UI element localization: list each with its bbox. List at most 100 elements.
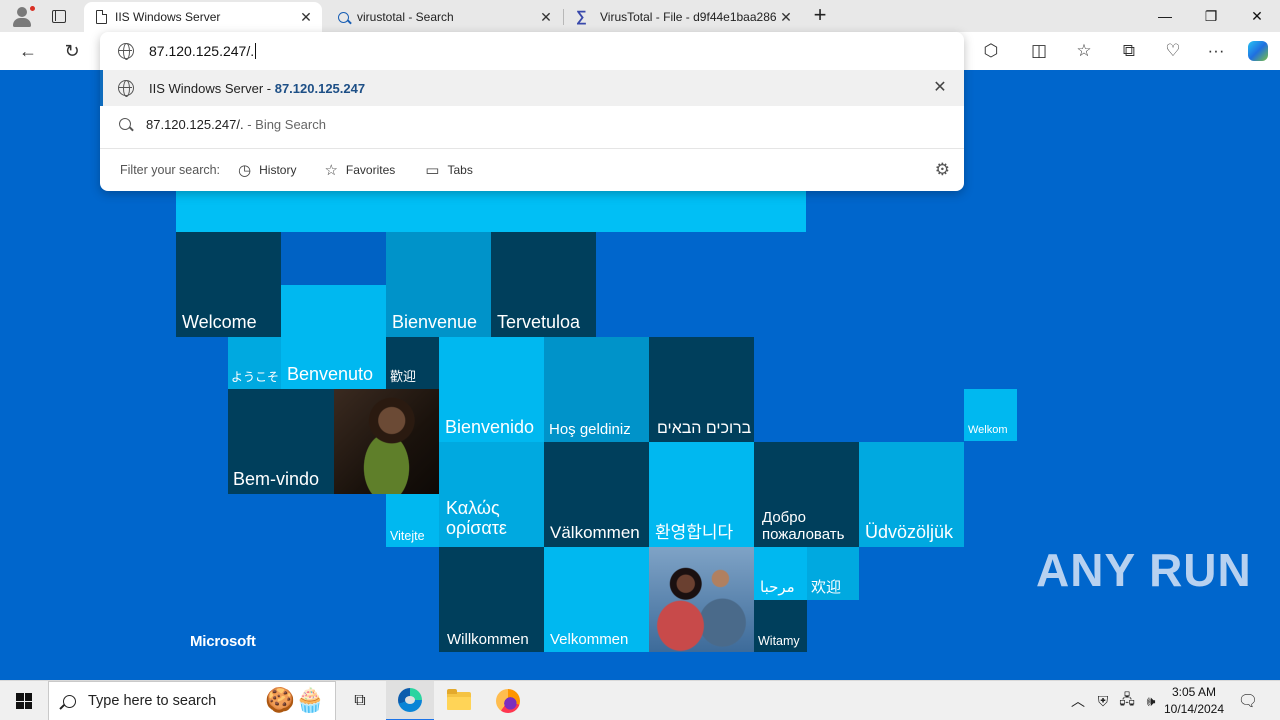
- tile-text: Vitejte: [390, 528, 425, 543]
- security-icon[interactable]: ⛨: [1092, 681, 1114, 720]
- tile-greek: Καλώς ορίσατε: [439, 442, 544, 547]
- suggestion-separator: -: [263, 80, 275, 96]
- tile-text: Velkommen: [550, 630, 629, 648]
- tab-virustotal-file[interactable]: ∑ VirusTotal - File - d9f44e1baa2860 ✕: [564, 2, 802, 32]
- collections-icon[interactable]: ⧉: [1115, 38, 1143, 64]
- globe-icon: [118, 80, 134, 97]
- tile-text-line1: Καλώς: [446, 497, 500, 518]
- tile-text: Bienvenido: [445, 417, 535, 438]
- tab-label: virustotal - Search: [357, 10, 454, 24]
- address-input-value[interactable]: 87.120.125.247/.: [149, 43, 254, 59]
- anyrun-watermark: ANY RUN: [1036, 538, 1252, 602]
- tile-text-line2: ορίσατε: [446, 518, 507, 539]
- tab-virustotal-search[interactable]: virustotal - Search ✕: [326, 2, 562, 32]
- search-icon: [338, 11, 349, 23]
- tile-valkommen: Välkommen: [544, 442, 649, 547]
- page-icon: [96, 10, 107, 24]
- tile-text: ברוכים הבאים: [657, 419, 752, 437]
- tile-russian: Добро пожаловать: [754, 442, 859, 547]
- tile-velkommen: Velkommen: [544, 547, 649, 652]
- tile-arabic: مرحبا: [754, 547, 807, 600]
- start-button[interactable]: [0, 681, 48, 720]
- notifications-icon[interactable]: 🗨: [1232, 681, 1264, 720]
- close-tab-icon[interactable]: ✕: [296, 7, 316, 27]
- taskbar-search[interactable]: Type here to search 🍪🧁: [48, 681, 336, 720]
- tile-text: Welkom: [968, 424, 1008, 437]
- tile-udvozoljuk: Üdvözöljük: [859, 442, 964, 547]
- windows-icon: [16, 693, 32, 709]
- search-filter-row: Filter your search: ◷ History ☆ Favorites …: [100, 148, 964, 191]
- edge-icon: [398, 688, 422, 712]
- taskbar-firefox[interactable]: [484, 681, 532, 720]
- more-options-icon[interactable]: ···: [1202, 38, 1230, 64]
- gear-icon[interactable]: ⚙: [935, 160, 950, 180]
- task-view-button[interactable]: ⧉: [336, 681, 384, 720]
- watermark-text: ANY RUN: [1036, 544, 1252, 596]
- new-tab-button[interactable]: +: [808, 4, 832, 28]
- tile-tervetuloa: Tervetuloa: [491, 232, 596, 337]
- photo-woman-laptop: [334, 389, 439, 494]
- folder-icon: [447, 689, 471, 710]
- tile-text: Willkommen: [447, 630, 529, 648]
- copilot-icon[interactable]: [1244, 38, 1272, 64]
- split-screen-icon[interactable]: ◫: [1025, 38, 1053, 64]
- tile-bem-vindo: Bem-vindo: [228, 389, 334, 494]
- taskbar-file-explorer[interactable]: [435, 681, 483, 720]
- tab-iis-windows-server[interactable]: IIS Windows Server ✕: [84, 2, 322, 32]
- refresh-icon[interactable]: ↻: [58, 38, 86, 64]
- suggestion-text: IIS Windows Server - 87.120.125.247: [149, 81, 365, 96]
- taskbar-edge[interactable]: [386, 681, 434, 720]
- suggestion-site[interactable]: IIS Windows Server - 87.120.125.247 ✕: [100, 70, 964, 106]
- remove-suggestion-icon[interactable]: ✕: [930, 78, 950, 98]
- tile-bienvenue: Bienvenue: [386, 232, 491, 337]
- back-icon[interactable]: ←: [14, 38, 42, 64]
- show-hidden-icons-icon[interactable]: ︿: [1068, 681, 1088, 720]
- taskbar-search-placeholder: Type here to search: [88, 693, 217, 709]
- tile-text: 환영합니다: [655, 523, 734, 543]
- tile-text: مرحبا: [760, 578, 795, 596]
- restore-button[interactable]: ❐: [1188, 0, 1234, 32]
- taskbar: Type here to search 🍪🧁 ⧉ ︿ ⛨ 🖧 🕪 3:05 AM…: [0, 680, 1280, 720]
- tile-text-line2: пожаловать: [762, 525, 845, 543]
- network-icon[interactable]: 🖧: [1116, 681, 1138, 720]
- suggestion-query: 87.120.125.247/.: [146, 116, 244, 132]
- tile-text: ようこそ: [231, 370, 280, 385]
- tile-vitejte: Vitejte: [386, 494, 439, 547]
- photo-two-people-laptop: [649, 547, 754, 652]
- tile-bienvenido: Bienvenido: [439, 337, 544, 442]
- globe-icon: [118, 43, 134, 60]
- tab-label: VirusTotal - File - d9f44e1baa2860: [600, 10, 776, 24]
- tile-welcome: Welcome: [176, 232, 281, 337]
- tile-youkoso: ようこそ: [228, 337, 281, 389]
- tab-strip: IIS Windows Server ✕ virustotal - Search…: [0, 0, 1280, 32]
- close-tab-icon[interactable]: ✕: [776, 7, 796, 27]
- filter-favorites[interactable]: ☆ Favorites: [324, 161, 395, 179]
- favorites-icon[interactable]: ☆: [1070, 38, 1098, 64]
- filter-history[interactable]: ◷ History: [238, 161, 296, 179]
- filter-favorites-label: Favorites: [345, 163, 396, 177]
- filter-label: Filter your search:: [120, 163, 221, 177]
- suggestion-suffix: - Bing Search: [243, 116, 326, 132]
- filter-tabs[interactable]: ▭ Tabs: [425, 161, 473, 179]
- tab-label: IIS Windows Server: [115, 10, 221, 24]
- microsoft-logo: Microsoft: [190, 633, 256, 650]
- history-icon: ◷: [238, 162, 252, 179]
- tile-willkommen: Willkommen: [439, 547, 544, 652]
- tile-text: Välkommen: [550, 523, 640, 543]
- clock-time: 3:05 AM: [1171, 685, 1217, 699]
- extensions-icon[interactable]: ⬡: [977, 38, 1005, 64]
- tile-witamy: Witamy: [754, 600, 807, 652]
- clock-date: 10/14/2024: [1163, 702, 1225, 716]
- address-bar-dropdown: 87.120.125.247/. IIS Windows Server - 87…: [100, 32, 964, 191]
- close-window-button[interactable]: ✕: [1234, 0, 1280, 32]
- tabs-icon: ▭: [425, 162, 440, 179]
- tab-actions-icon[interactable]: [48, 6, 70, 26]
- browser-essentials-icon[interactable]: ♡: [1159, 38, 1187, 64]
- minimize-button[interactable]: —: [1142, 0, 1188, 32]
- suggestion-search[interactable]: 87.120.125.247/. - Bing Search: [100, 106, 964, 142]
- close-tab-icon[interactable]: ✕: [536, 7, 556, 27]
- clock[interactable]: 3:05 AM 10/14/2024: [1158, 684, 1230, 718]
- address-bar[interactable]: 87.120.125.247/.: [100, 32, 964, 70]
- tile-welkom: Welkom: [964, 389, 1017, 441]
- profile-avatar-icon[interactable]: [8, 4, 36, 28]
